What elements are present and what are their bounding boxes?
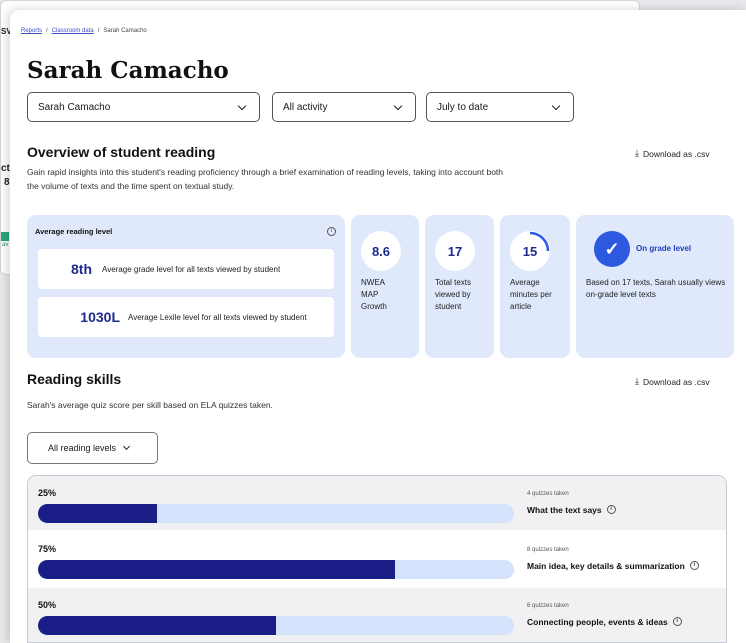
skill-quiz-count: 4 quizzes taken — [527, 491, 569, 497]
period-select[interactable]: July to date — [426, 92, 574, 122]
student-report-panel: Reports / Classroom data / Sarah Camacho Sar… — [10, 10, 746, 643]
bg-bar-fragment — [1, 232, 9, 241]
skill-row: 25% 4 quizzes taken What the text says i — [28, 476, 726, 530]
skill-row: 50% 6 quizzes taken Connecting people, e… — [28, 588, 726, 642]
activity-select[interactable]: All activity — [272, 92, 416, 122]
grade-status-card: ✓ On grade level Based on 17 texts, Sara… — [576, 215, 734, 358]
skill-bar-track — [38, 560, 514, 579]
student-select[interactable]: Sarah Camacho — [27, 92, 260, 122]
skills-download-link[interactable]: ⤓ Download as .csv — [635, 376, 710, 387]
info-icon[interactable]: i — [672, 617, 682, 626]
overview-description-line: Gain rapid insights into this student's … — [27, 167, 504, 177]
reading-levels-dropdown[interactable]: All reading levels — [27, 432, 158, 464]
chevron-down-icon — [237, 101, 247, 111]
period-select-value: July to date — [437, 101, 489, 113]
check-icon: ✓ — [594, 231, 630, 267]
download-icon: ⤓ — [635, 148, 639, 158]
overview-description: Gain rapid insights into this student's … — [27, 165, 503, 193]
stat-label-line: Total texts — [435, 278, 472, 287]
stat-label-line: minutes per — [510, 290, 552, 299]
stat-value: 8.6 — [361, 231, 401, 271]
chevron-down-icon — [551, 101, 561, 111]
grade-status-title: On grade level — [636, 244, 692, 253]
lexile-level-text: Average Lexile level for all texts viewe… — [128, 312, 307, 322]
breadcrumb-separator: / — [97, 28, 100, 34]
bg-fragment: av — [2, 242, 9, 248]
stat-label-line: Average — [510, 278, 540, 287]
skill-name-text: Connecting people, events & ideas — [527, 617, 668, 627]
info-icon[interactable]: i — [606, 505, 616, 514]
grade-level-value: 8th — [71, 261, 92, 277]
skill-bar-fill — [38, 616, 276, 635]
skill-name: Connecting people, events & ideas i — [527, 617, 682, 629]
skill-bar-track — [38, 504, 514, 523]
stat-label-line: MAP — [361, 290, 379, 299]
bg-fragment: 8 — [4, 177, 10, 188]
chevron-down-icon — [393, 101, 403, 111]
overview-download-link[interactable]: ⤓ Download as .csv — [635, 148, 710, 159]
skill-name-text: Main idea, key details & summarization — [527, 561, 685, 571]
lexile-level-row: 1030L Average Lexile level for all texts… — [38, 297, 334, 337]
activity-select-value: All activity — [283, 101, 328, 113]
breadcrumb-classroom-data[interactable]: Classroom data — [52, 28, 94, 34]
skill-name: Main idea, key details & summarization i — [527, 561, 699, 573]
stat-value: 17 — [435, 231, 475, 271]
breadcrumb-separator: / — [46, 28, 48, 34]
avg-reading-level-title: Average reading level — [35, 227, 113, 236]
skill-name: What the text says i — [527, 505, 616, 517]
skill-bar-fill — [38, 504, 157, 523]
page-title: Sarah Camacho — [27, 57, 229, 84]
stat-label: Total texts viewed by student — [435, 277, 495, 313]
breadcrumb: Reports / Classroom data / Sarah Camacho — [21, 28, 147, 34]
stat-label-line: article — [510, 302, 532, 311]
reading-skills-description: Sarah's average quiz score per skill bas… — [27, 400, 273, 410]
info-icon[interactable]: i — [689, 561, 699, 570]
skill-bar-track — [38, 616, 514, 635]
lexile-level-value: 1030L — [80, 309, 120, 325]
stat-value-text: 15 — [522, 243, 538, 259]
stat-label-line: viewed by — [435, 290, 471, 299]
skill-quiz-count: 6 quizzes taken — [527, 603, 569, 609]
download-icon: ⤓ — [635, 376, 639, 386]
reading-levels-value: All reading levels — [48, 443, 117, 453]
skill-bar-fill — [38, 560, 395, 579]
bg-fragment: ct — [1, 163, 10, 174]
breadcrumb-current: Sarah Camacho — [103, 28, 147, 34]
grade-level-text: Average grade level for all texts viewed… — [102, 264, 281, 274]
breadcrumb-reports[interactable]: Reports — [21, 28, 42, 34]
stat-value: 15 — [510, 231, 550, 271]
student-select-value: Sarah Camacho — [38, 101, 111, 113]
skill-percent: 75% — [38, 544, 57, 554]
skill-quiz-count: 8 quizzes taken — [527, 547, 569, 553]
stat-label: Average minutes per article — [510, 277, 570, 313]
skill-percent: 25% — [38, 488, 57, 498]
download-label: Download as .csv — [642, 148, 710, 159]
grade-status-text: Based on 17 texts, Sarah usually views o… — [586, 278, 726, 299]
grade-level-row: 8th Average grade level for all texts vi… — [38, 249, 334, 289]
avg-reading-level-card: Average reading level i 8th Average grad… — [27, 215, 345, 358]
stat-label-line: student — [435, 302, 462, 311]
info-icon[interactable]: i — [327, 227, 336, 236]
stat-card-avg-minutes: 15 Average minutes per article — [500, 215, 570, 358]
stat-card-map-growth: 8.6 NWEA MAP Growth — [351, 215, 419, 358]
stat-label-line: NWEA — [361, 278, 385, 287]
skill-percent: 50% — [38, 600, 57, 610]
overview-description-line: the volume of texts and the time spent o… — [27, 181, 235, 191]
reading-skills-heading: Reading skills — [27, 371, 122, 387]
skill-row: 75% 8 quizzes taken Main idea, key detai… — [28, 532, 726, 586]
download-label: Download as .csv — [642, 376, 710, 387]
skills-list: 25% 4 quizzes taken What the text says i … — [27, 475, 727, 643]
stat-card-total-texts: 17 Total texts viewed by student — [425, 215, 494, 358]
stat-label-line: Growth — [361, 302, 387, 311]
stat-label: NWEA MAP Growth — [361, 277, 421, 313]
chevron-down-icon — [123, 442, 131, 451]
skill-name-text: What the text says — [527, 505, 602, 515]
overview-heading: Overview of student reading — [27, 144, 216, 160]
